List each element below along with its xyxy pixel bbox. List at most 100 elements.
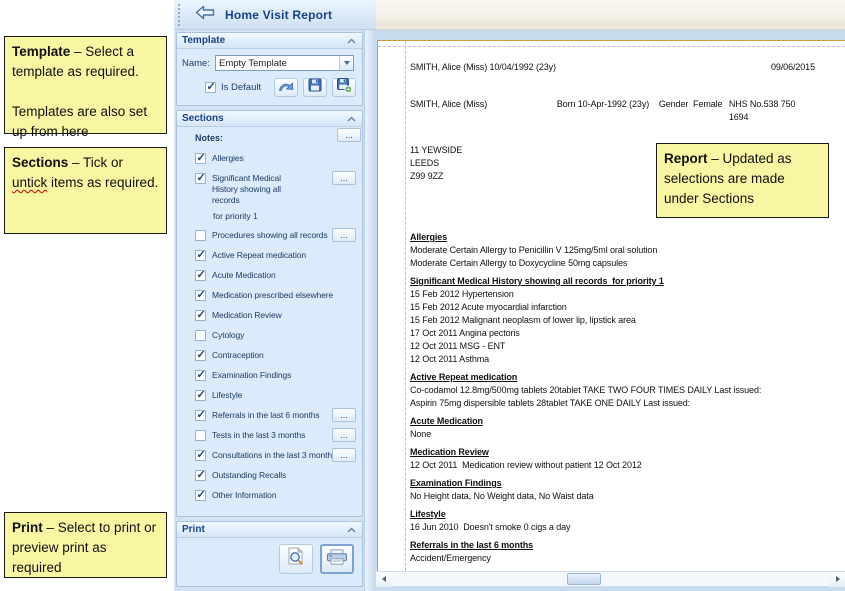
section-label: Outstanding Recalls bbox=[212, 470, 288, 481]
callout-text: items as required. bbox=[47, 175, 158, 190]
report-line: Moderate Certain Allergy to Penicillin V… bbox=[410, 244, 815, 257]
undo-button[interactable] bbox=[274, 78, 298, 97]
scroll-right-button[interactable] bbox=[830, 572, 845, 587]
section-label: Other Information bbox=[212, 490, 278, 501]
report-line: No Height data, No Weight data, No Waist… bbox=[410, 490, 815, 503]
report-content: SMITH, Alice (Miss) 10/04/1992 (23y) 09/… bbox=[378, 41, 845, 565]
combo-dropdown-button[interactable] bbox=[339, 56, 353, 70]
section-item: Allergies bbox=[195, 153, 357, 164]
section-checkbox[interactable] bbox=[195, 430, 206, 441]
section-checkbox[interactable] bbox=[195, 390, 206, 401]
notes-more-options-button[interactable]: ... bbox=[337, 128, 361, 142]
more-options-button[interactable]: ... bbox=[332, 171, 356, 185]
section-item: Examination Findings bbox=[195, 370, 357, 381]
section-item: Medication Review bbox=[195, 310, 357, 321]
save-as-button[interactable] bbox=[332, 78, 356, 97]
section-checkbox[interactable] bbox=[195, 490, 206, 501]
section-item: Acute Medication bbox=[195, 270, 357, 281]
report-line: Accident/Emergency bbox=[410, 552, 815, 565]
section-checkbox[interactable] bbox=[195, 270, 206, 281]
sections-list: Notes: ... AllergiesSignificant Medical … bbox=[177, 127, 362, 516]
print-button[interactable] bbox=[320, 544, 354, 574]
chevron-up-icon[interactable] bbox=[347, 116, 356, 122]
section-label: Contraception bbox=[212, 350, 266, 361]
template-name-row: Name: Empty Template bbox=[177, 49, 362, 73]
section-checkbox[interactable] bbox=[195, 470, 206, 481]
is-default-checkbox[interactable] bbox=[205, 82, 216, 93]
horizontal-scrollbar[interactable] bbox=[376, 571, 845, 586]
section-checkbox[interactable] bbox=[195, 350, 206, 361]
section-checkbox[interactable] bbox=[195, 310, 206, 321]
triangle-left-icon bbox=[382, 576, 386, 582]
template-select-value: Empty Template bbox=[216, 58, 339, 69]
section-checkbox[interactable] bbox=[195, 410, 206, 421]
floppy-disk-plus-icon bbox=[337, 78, 352, 98]
section-label: Allergies bbox=[212, 153, 246, 164]
back-button[interactable] bbox=[193, 6, 217, 24]
print-preview-button[interactable] bbox=[279, 544, 313, 574]
section-label: Tests in the last 3 months bbox=[212, 430, 333, 441]
report-line: 16 Jun 2010 Doesn't smoke 0 cigs a day bbox=[410, 521, 815, 534]
report-section-heading: Allergies bbox=[410, 231, 815, 244]
template-panel-header[interactable]: Template bbox=[177, 33, 362, 49]
section-item: Other Information bbox=[195, 490, 357, 501]
section-checkbox[interactable] bbox=[195, 290, 206, 301]
callout-lead: Report bbox=[664, 151, 708, 166]
section-checkbox[interactable] bbox=[195, 250, 206, 261]
callout-lead: Sections bbox=[12, 155, 68, 170]
report-section-heading: Acute Medication bbox=[410, 415, 815, 428]
report-line: Co-codamol 12.8mg/500mg tablets 20tablet… bbox=[410, 384, 815, 397]
section-checkbox[interactable] bbox=[195, 173, 206, 184]
report-line: 15 Feb 2012 Malignant neoplasm of lower … bbox=[410, 314, 815, 327]
report-line: 12 Oct 2011 Asthma bbox=[410, 353, 815, 366]
scrollbar-track[interactable] bbox=[391, 572, 830, 587]
more-options-button[interactable]: ... bbox=[332, 408, 356, 422]
more-options-button[interactable]: ... bbox=[332, 228, 356, 242]
report-section-heading: Referrals in the last 6 months bbox=[410, 539, 815, 552]
report-section-heading: Examination Findings bbox=[410, 477, 815, 490]
sections-panel-header[interactable]: Sections bbox=[177, 111, 362, 127]
print-buttons-row bbox=[177, 538, 362, 574]
section-label: Lifestyle bbox=[212, 390, 244, 401]
section-checkbox[interactable] bbox=[195, 153, 206, 164]
chevron-up-icon[interactable] bbox=[347, 38, 356, 44]
drag-grip[interactable] bbox=[178, 4, 181, 26]
patient-gender: Gender Female bbox=[659, 98, 729, 124]
report-line: Moderate Certain Allergy to Doxycycline … bbox=[410, 257, 815, 270]
sections-panel-title: Sections bbox=[182, 113, 224, 124]
section-label: Medication prescribed elsewhere bbox=[212, 290, 335, 301]
section-item: Lifestyle bbox=[195, 390, 357, 401]
section-item: Cytology bbox=[195, 330, 357, 341]
printer-icon bbox=[326, 549, 348, 570]
scrollbar-thumb[interactable] bbox=[567, 573, 601, 585]
report-line: 12 Oct 2011 MSG - ENT bbox=[410, 340, 815, 353]
section-item: Consultations in the last 3 months... bbox=[195, 450, 357, 461]
template-select[interactable]: Empty Template bbox=[215, 55, 354, 71]
report-page: SMITH, Alice (Miss) 10/04/1992 (23y) 09/… bbox=[377, 40, 845, 571]
section-checkbox[interactable] bbox=[195, 370, 206, 381]
floppy-disk-icon bbox=[308, 78, 322, 97]
report-viewport: SMITH, Alice (Miss) 10/04/1992 (23y) 09/… bbox=[376, 30, 845, 591]
section-checkbox[interactable] bbox=[195, 330, 206, 341]
section-label: Examination Findings bbox=[212, 370, 293, 381]
report-line: None bbox=[410, 428, 815, 441]
print-panel-header[interactable]: Print bbox=[177, 522, 362, 538]
print-panel: Print bbox=[176, 521, 363, 587]
callout-lead: Print bbox=[12, 520, 43, 535]
print-preview-icon bbox=[286, 547, 306, 571]
save-button[interactable] bbox=[303, 78, 327, 97]
more-options-button[interactable]: ... bbox=[332, 428, 356, 442]
section-item: Significant Medical History showing all … bbox=[195, 173, 357, 206]
section-checkbox[interactable] bbox=[195, 450, 206, 461]
report-header-row: SMITH, Alice (Miss) 10/04/1992 (23y) 09/… bbox=[410, 61, 815, 74]
more-options-button[interactable]: ... bbox=[332, 448, 356, 462]
template-toolbar bbox=[274, 78, 356, 97]
side-panel: Template Name: Empty Template Is Default bbox=[174, 30, 364, 591]
panel-splitter[interactable] bbox=[364, 30, 376, 591]
section-item: Active Repeat medication bbox=[195, 250, 357, 261]
section-checkbox[interactable] bbox=[195, 230, 206, 241]
callout-text-misspelled: untick bbox=[12, 175, 47, 190]
chevron-up-icon[interactable] bbox=[347, 527, 356, 533]
scroll-left-button[interactable] bbox=[376, 572, 391, 587]
section-label: Active Repeat medication bbox=[212, 250, 308, 261]
